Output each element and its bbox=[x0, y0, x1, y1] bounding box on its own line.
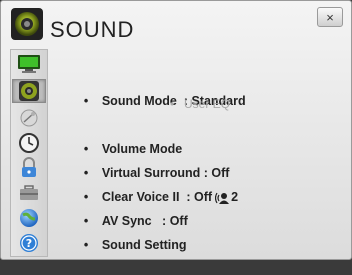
menu-item-user-eq: • User EQ bbox=[170, 95, 230, 113]
sidebar-item-sound[interactable] bbox=[12, 79, 46, 103]
clock-icon bbox=[19, 133, 39, 153]
sidebar-item-option[interactable] bbox=[12, 181, 46, 205]
voice-level-value: 2 bbox=[231, 190, 239, 204]
menu-label: Sound Mode bbox=[101, 94, 177, 108]
monitor-icon bbox=[18, 55, 40, 73]
sidebar-item-time[interactable] bbox=[12, 131, 46, 155]
page-title: SOUND bbox=[50, 17, 135, 42]
close-button[interactable]: × bbox=[317, 7, 343, 27]
question-icon: ? bbox=[20, 234, 38, 252]
menu-item-av-sync[interactable]: • AV Sync : Off bbox=[63, 191, 188, 228]
title-bar: SOUND × bbox=[1, 1, 351, 45]
bullet: • bbox=[83, 238, 89, 252]
toolbox-icon bbox=[20, 185, 38, 200]
sidebar-item-channel[interactable] bbox=[12, 106, 46, 130]
svg-text:?: ? bbox=[26, 237, 32, 250]
satellite-dish-icon bbox=[20, 109, 38, 127]
menu-item-sound-setting[interactable]: • Sound Setting bbox=[63, 215, 187, 252]
sidebar-item-lock[interactable] bbox=[12, 156, 46, 180]
menu-item-virtual-surround[interactable]: • Virtual Surround : Off bbox=[63, 143, 230, 180]
category-sidebar: ? bbox=[10, 49, 48, 257]
bullet: • bbox=[83, 94, 89, 108]
menu-item-sound-mode[interactable]: • Sound Mode : Standard bbox=[63, 71, 246, 108]
sidebar-item-network[interactable] bbox=[12, 206, 46, 230]
padlock-icon bbox=[22, 157, 36, 177]
menu-label: User EQ bbox=[184, 97, 231, 111]
bullet: • bbox=[170, 97, 175, 111]
menu-value: Off bbox=[194, 190, 213, 204]
menu-item-clear-voice[interactable]: • Clear Voice II : Off 2 bbox=[63, 167, 238, 204]
speaker-icon bbox=[19, 81, 39, 101]
sound-menu: • Sound Mode : Standard • User EQ • Volume … bbox=[53, 49, 343, 257]
menu-item-volume-mode[interactable]: • Volume Mode bbox=[63, 119, 182, 156]
speaker-icon bbox=[11, 8, 43, 40]
sound-settings-window: SOUND × ? • Sound Mode: Standard • User… bbox=[0, 0, 352, 260]
voice-level-icon bbox=[215, 192, 230, 204]
globe-icon bbox=[20, 209, 38, 227]
menu-label: Sound Setting bbox=[101, 238, 187, 252]
sidebar-item-picture[interactable] bbox=[12, 52, 46, 76]
sidebar-item-support[interactable]: ? bbox=[12, 231, 46, 255]
